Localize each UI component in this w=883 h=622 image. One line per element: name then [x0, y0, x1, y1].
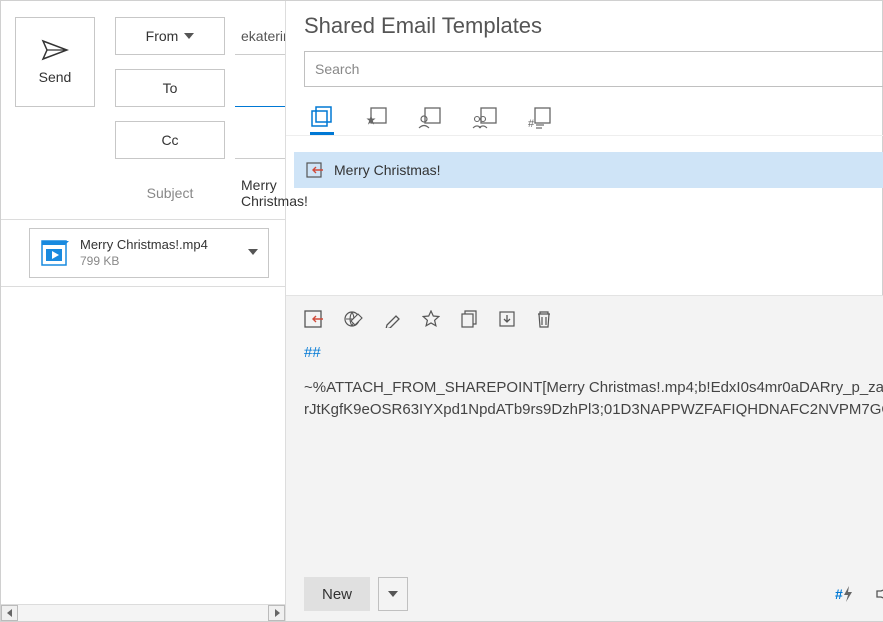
insert-icon [306, 162, 324, 178]
horizontal-scrollbar[interactable] [1, 604, 285, 621]
template-preview: ## ~%ATTACH_FROM_SHAREPOINT[Merry Christ… [286, 295, 883, 621]
search-placeholder: Search [315, 61, 883, 77]
svg-text:#: # [528, 118, 535, 129]
preview-hashes: ## [304, 342, 883, 365]
new-button[interactable]: New [304, 577, 370, 611]
delete-icon[interactable] [536, 310, 552, 328]
preview-text: ~%ATTACH_FROM_SHAREPOINT[Merry Christmas… [304, 377, 883, 422]
to-button[interactable]: To [115, 69, 225, 107]
tab-person[interactable] [418, 101, 442, 135]
cc-label: Cc [161, 132, 178, 148]
compose-header: Send From ekaterina.pechyonkina@ad To Cc… [1, 1, 285, 215]
subject-label: Subject [115, 185, 225, 201]
from-address[interactable]: ekaterina.pechyonkina@ad [235, 17, 285, 55]
send-button[interactable]: Send [15, 17, 95, 107]
preview-toolbar [304, 310, 883, 328]
scroll-track[interactable] [18, 605, 268, 621]
template-item-merry-christmas[interactable]: Merry Christmas! ○○○ [294, 152, 883, 188]
announce-icon[interactable] [875, 586, 883, 602]
search-input[interactable]: Search [304, 51, 883, 87]
panel-title: Shared Email Templates [304, 13, 883, 39]
tab-macros[interactable]: # [528, 101, 552, 135]
import-icon[interactable] [498, 310, 516, 328]
template-list: Merry Christmas! ○○○ [286, 135, 883, 295]
globe-edit-icon[interactable] [344, 310, 364, 328]
cc-button[interactable]: Cc [115, 121, 225, 159]
scroll-left-icon[interactable] [1, 605, 18, 621]
bottom-bar: New # ○○○ [304, 567, 883, 611]
attachment-menu-icon[interactable] [248, 249, 258, 255]
from-label: From [146, 28, 179, 44]
paste-icon[interactable] [304, 310, 324, 328]
compose-pane: Send From ekaterina.pechyonkina@ad To Cc… [1, 1, 286, 621]
attachments-area: Merry Christmas!.mp4 799 KB [1, 219, 285, 287]
chevron-down-icon [184, 33, 194, 39]
new-dropdown[interactable] [378, 577, 408, 611]
hash-bolt-icon[interactable]: # [835, 586, 853, 602]
cc-input[interactable] [235, 121, 285, 159]
chevron-down-icon [388, 591, 398, 597]
video-file-icon [38, 237, 70, 269]
panel-header: Shared Email Templates [286, 1, 883, 47]
edit-icon[interactable] [384, 310, 402, 328]
attachment-size: 799 KB [80, 254, 208, 270]
template-item-label: Merry Christmas! [334, 162, 441, 178]
preview-body: ## ~%ATTACH_FROM_SHAREPOINT[Merry Christ… [304, 342, 883, 567]
star-icon[interactable] [422, 310, 440, 328]
tab-favorites[interactable] [364, 101, 388, 135]
scroll-right-icon[interactable] [268, 605, 285, 621]
tab-all-templates[interactable] [310, 101, 334, 135]
tab-team[interactable] [472, 101, 498, 135]
tab-bar: # [286, 95, 883, 135]
templates-panel: Shared Email Templates Search # [286, 1, 883, 621]
to-input[interactable] [235, 69, 285, 107]
send-label: Send [39, 69, 72, 85]
attachment-name: Merry Christmas!.mp4 [80, 237, 208, 254]
to-label: To [163, 80, 178, 96]
attachment-chip[interactable]: Merry Christmas!.mp4 799 KB [29, 228, 269, 278]
copy-icon[interactable] [460, 310, 478, 328]
send-icon [41, 39, 69, 61]
from-button[interactable]: From [115, 17, 225, 55]
